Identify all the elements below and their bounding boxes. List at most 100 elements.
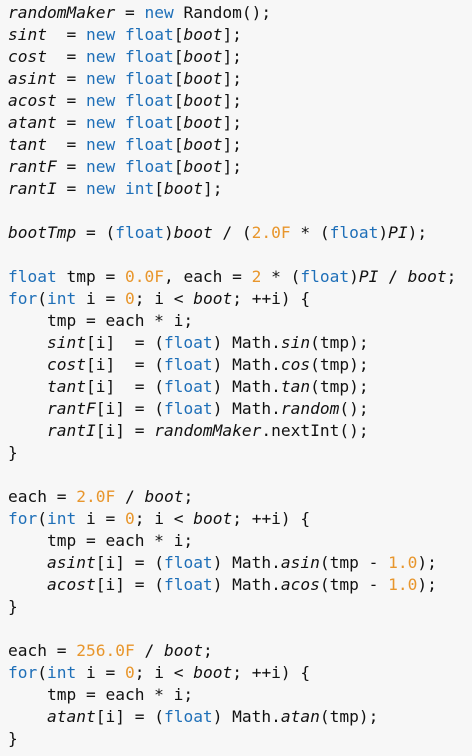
code-text: ( xyxy=(37,509,47,528)
code-text: ; ++i) { xyxy=(232,289,311,308)
code-number: 1.0 xyxy=(388,575,418,594)
code-variable: rantI xyxy=(46,421,96,440)
code-function: cos xyxy=(280,355,311,374)
code-variable: rantF xyxy=(46,399,96,418)
code-text: = xyxy=(56,91,86,110)
code-text: [ xyxy=(173,113,184,132)
code-variable: boot xyxy=(183,47,223,66)
code-text: } xyxy=(8,729,18,748)
code-number: 0 xyxy=(124,289,135,308)
code-line: } xyxy=(8,728,472,750)
code-number: 0 xyxy=(124,509,135,528)
code-text: i = xyxy=(76,663,125,682)
code-text: [ xyxy=(154,179,164,198)
code-line: rantI = new int[boot]; xyxy=(8,178,472,200)
code-text: (tmp - xyxy=(319,553,389,572)
code-text: ]; xyxy=(222,47,242,66)
code-keyword: for xyxy=(8,289,38,308)
code-text: [i] = xyxy=(95,421,155,440)
code-text: [ xyxy=(173,135,184,154)
code-text: = xyxy=(56,113,86,132)
code-variable: cost xyxy=(46,355,86,374)
code-text: = xyxy=(56,69,86,88)
code-variable: boot xyxy=(183,157,223,176)
code-block: randomMaker = new Random(); sint = new fl… xyxy=(0,0,472,756)
code-keyword: float xyxy=(124,69,174,88)
code-text: ) Math. xyxy=(212,355,281,374)
code-text: ); xyxy=(407,223,428,242)
code-text: ; ++i) { xyxy=(232,509,311,528)
code-text: Random(); xyxy=(173,3,272,22)
code-keyword: new xyxy=(85,47,116,66)
code-text: ) xyxy=(378,223,389,242)
code-text: / ( xyxy=(212,223,252,242)
code-text: tmp = xyxy=(56,267,125,286)
code-variable: boot xyxy=(163,179,203,198)
code-keyword: float xyxy=(115,223,164,242)
code-line: float tmp = 0.0F, each = 2 * (float)PI /… xyxy=(8,266,472,288)
code-keyword: new xyxy=(85,25,116,44)
code-text: ]; xyxy=(222,135,242,154)
code-text: .nextInt(); xyxy=(261,421,369,440)
code-line: tmp = each * i; xyxy=(8,530,472,552)
code-number: 1.0 xyxy=(388,553,418,572)
code-line: for(int i = 0; i < boot; ++i) { xyxy=(8,662,472,684)
code-variable: sint xyxy=(46,333,86,352)
code-text: = ( xyxy=(76,223,116,242)
code-keyword: float xyxy=(8,267,57,286)
code-number: 2.0F xyxy=(76,487,116,506)
code-text: ); xyxy=(417,553,437,572)
code-text: [ xyxy=(173,25,184,44)
code-text: = xyxy=(46,135,86,154)
code-text: ) Math. xyxy=(212,399,281,418)
code-variable: boot xyxy=(193,509,233,528)
code-text: (tmp); xyxy=(319,707,379,726)
code-line: randomMaker = new Random(); xyxy=(8,2,472,24)
code-line: atant[i] = (float) Math.atan(tmp); xyxy=(8,706,472,728)
code-line: atant = new float[boot]; xyxy=(8,112,472,134)
code-text: } xyxy=(8,443,18,462)
code-line: asint = new float[boot]; xyxy=(8,68,472,90)
code-text: [i] = ( xyxy=(95,707,164,726)
code-text: ]; xyxy=(222,91,242,110)
code-keyword: float xyxy=(124,113,174,132)
code-text: } xyxy=(8,597,18,616)
code-keyword: float xyxy=(329,223,379,242)
code-number: 256.0F xyxy=(76,641,135,660)
code-text: * ( xyxy=(261,267,301,286)
code-text: [i] = ( xyxy=(95,553,164,572)
code-number: 2 xyxy=(251,267,262,286)
code-line: tant = new float[boot]; xyxy=(8,134,472,156)
code-text: * ( xyxy=(290,223,330,242)
code-variable: boot xyxy=(193,663,233,682)
code-variable: atant xyxy=(8,113,57,132)
code-variable: boot xyxy=(193,289,233,308)
code-keyword: for xyxy=(8,509,38,528)
code-text: i = xyxy=(76,289,125,308)
code-function: asin xyxy=(280,553,320,572)
code-text: tmp = each * i; xyxy=(8,531,194,550)
code-variable: boot xyxy=(407,267,447,286)
code-function: acos xyxy=(280,575,320,594)
code-text: ]; xyxy=(222,113,242,132)
code-variable: tant xyxy=(46,377,86,396)
code-text: / xyxy=(378,267,408,286)
code-number: 0.0F xyxy=(124,267,164,286)
code-keyword: float xyxy=(163,553,213,572)
code-text: [i] = ( xyxy=(95,399,164,418)
code-line: acost[i] = (float) Math.acos(tmp - 1.0); xyxy=(8,574,472,596)
code-text: [i] = ( xyxy=(85,333,164,352)
code-function: atan xyxy=(280,707,320,726)
code-text: [i] = ( xyxy=(85,377,164,396)
code-variable: atant xyxy=(46,707,96,726)
code-keyword: float xyxy=(163,575,213,594)
code-text: = xyxy=(46,25,86,44)
code-text: ]; xyxy=(222,69,242,88)
